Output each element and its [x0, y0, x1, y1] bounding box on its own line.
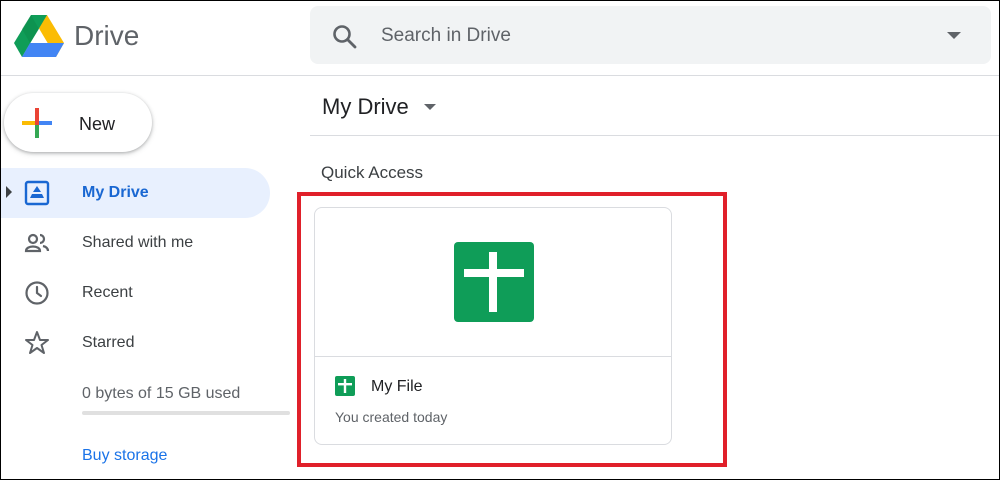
- sidebar-item-recent[interactable]: Recent: [0, 268, 270, 318]
- people-icon: [24, 233, 50, 253]
- sidebar-item-starred[interactable]: Starred: [0, 318, 270, 368]
- file-subtitle: You created today: [335, 409, 448, 425]
- storage-usage-text: 0 bytes of 15 GB used: [82, 385, 241, 402]
- search-options-dropdown-icon[interactable]: [947, 32, 961, 39]
- file-name: My File: [371, 378, 423, 395]
- page-title[interactable]: My Drive: [322, 94, 409, 120]
- plus-icon: [22, 108, 52, 138]
- sidebar-item-my-drive[interactable]: My Drive: [0, 168, 270, 218]
- star-icon: [25, 331, 49, 354]
- card-divider: [315, 356, 671, 357]
- search-input[interactable]: Search in Drive: [381, 25, 511, 47]
- drive-logo-icon[interactable]: [14, 15, 64, 57]
- sidebar-item-shared-with-me[interactable]: Shared with me: [0, 218, 270, 268]
- expand-arrow-icon[interactable]: [6, 186, 12, 198]
- sidebar-item-label: Starred: [82, 334, 135, 351]
- title-divider: [310, 135, 1000, 136]
- google-sheets-icon: [454, 242, 534, 322]
- google-sheets-icon: [335, 376, 355, 396]
- title-dropdown-icon[interactable]: [424, 104, 436, 110]
- clock-icon: [25, 281, 49, 305]
- my-drive-icon: [24, 180, 50, 206]
- file-preview[interactable]: [315, 208, 671, 356]
- search-icon[interactable]: [332, 24, 358, 50]
- sidebar-item-label: Recent: [82, 284, 133, 301]
- brand-name[interactable]: Drive: [74, 20, 139, 52]
- quick-access-heading: Quick Access: [321, 163, 424, 182]
- sidebar-item-label: My Drive: [82, 184, 149, 201]
- sidebar-item-label: Shared with me: [82, 234, 194, 251]
- new-button-label: New: [79, 114, 116, 134]
- storage-usage-bar: [82, 411, 290, 415]
- file-card[interactable]: My File You created today: [314, 207, 672, 445]
- buy-storage-link[interactable]: Buy storage: [82, 447, 167, 465]
